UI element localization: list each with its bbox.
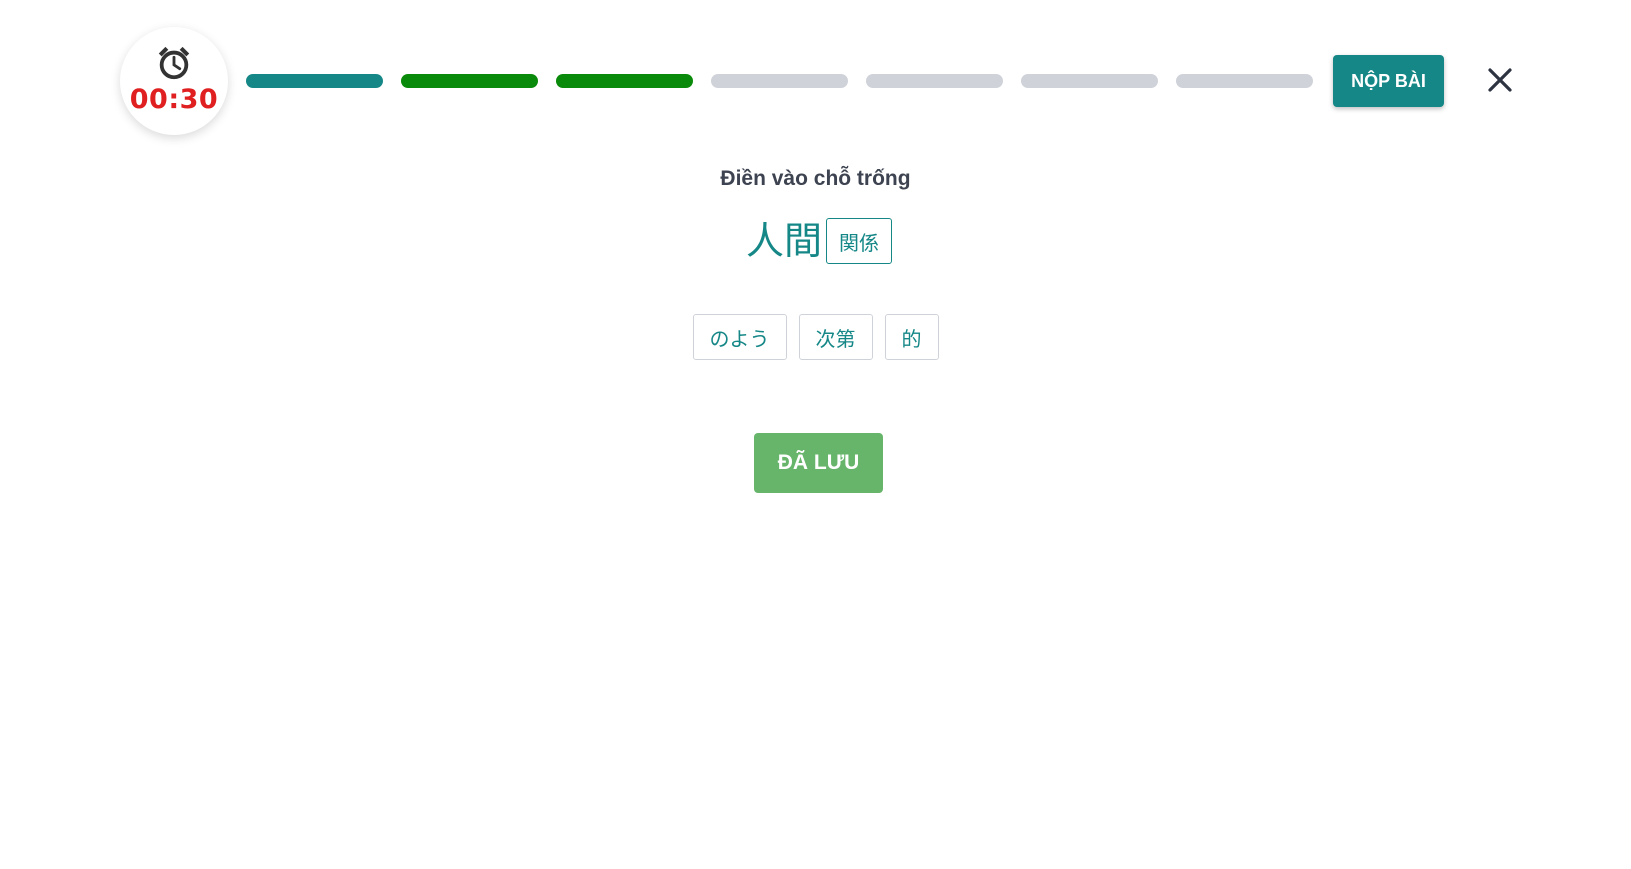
progress-segment[interactable] <box>556 74 693 88</box>
answer-option[interactable]: 的 <box>884 314 939 360</box>
submit-button[interactable]: NỘP BÀI <box>1333 55 1444 107</box>
progress-segment[interactable] <box>711 74 848 88</box>
timer: 00:30 <box>120 27 228 135</box>
alarm-clock-icon <box>158 46 190 79</box>
progress-segment[interactable] <box>246 74 383 88</box>
close-button[interactable] <box>1480 60 1520 100</box>
progress-segment[interactable] <box>401 74 538 88</box>
quiz-page: 00:30 NỘP BÀI Điền vào chỗ trống 人間 関係 の… <box>0 0 1631 869</box>
question-sentence: 人間 関係 <box>746 218 893 264</box>
answer-option[interactable]: のよう <box>692 314 787 360</box>
question-progress <box>246 74 1313 88</box>
answer-blank[interactable]: 関係 <box>826 218 893 264</box>
progress-segment[interactable] <box>866 74 1003 88</box>
close-icon <box>1488 68 1512 92</box>
timer-countdown: 00:30 <box>129 83 219 115</box>
progress-segment[interactable] <box>1021 74 1158 88</box>
question-text: 人間 <box>746 219 823 263</box>
save-button[interactable]: ĐÃ LƯU <box>754 433 883 493</box>
answer-option[interactable]: 次第 <box>798 314 873 360</box>
answer-options: のよう 次第 的 <box>0 314 1631 360</box>
question-instruction: Điền vào chỗ trống <box>720 167 911 190</box>
progress-segment[interactable] <box>1176 74 1313 88</box>
